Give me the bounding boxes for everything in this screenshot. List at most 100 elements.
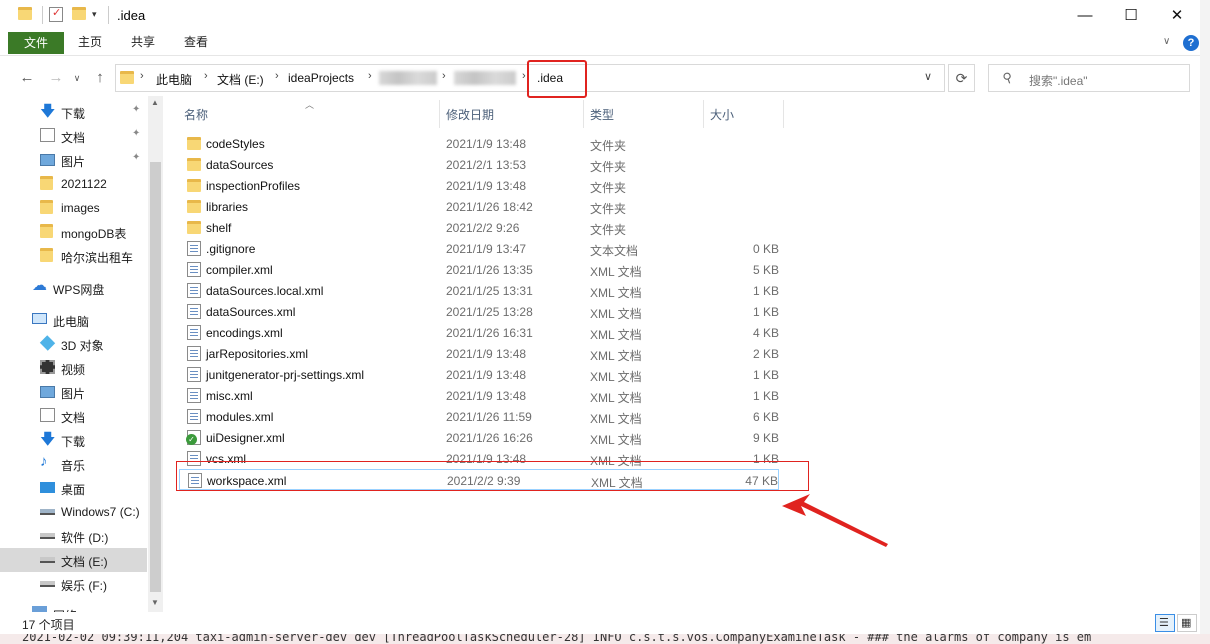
- file-name: codeStyles: [206, 137, 265, 151]
- nav-item-label: 图片: [61, 387, 86, 401]
- nav-item-documents[interactable]: 文档: [0, 404, 147, 428]
- column-divider[interactable]: [783, 100, 784, 128]
- breadcrumb-separator-icon[interactable]: ›: [368, 70, 372, 82]
- file-name: .gitignore: [206, 242, 256, 256]
- file-name: encodings.xml: [206, 326, 283, 340]
- column-header-size[interactable]: 大小: [710, 106, 734, 123]
- nav-item-pictures-quick[interactable]: 图片 ✦: [0, 148, 147, 172]
- breadcrumb-separator-icon[interactable]: ›: [140, 70, 144, 82]
- nav-item-downloads[interactable]: 🡇 下载: [0, 428, 147, 452]
- recent-chevron-icon[interactable]: ∨: [67, 68, 87, 88]
- file-lines-icon: [190, 371, 198, 372]
- nav-scrollbar[interactable]: ▲ ▼: [148, 96, 163, 612]
- nav-item-3d-objects[interactable]: 3D 对象: [0, 332, 147, 356]
- close-button[interactable]: ✕: [1154, 0, 1200, 30]
- nav-item-this-pc[interactable]: 此电脑: [0, 308, 147, 332]
- nav-item-taxi[interactable]: 哈尔滨出租车: [0, 244, 147, 268]
- background-console-log: 2021-02-02 09:39:11,204 taxi-admin-serve…: [0, 634, 1210, 644]
- file-row[interactable]: misc.xml 2021/1/9 13:48 XML 文档 1 KB: [179, 385, 779, 406]
- breadcrumb-drive-e[interactable]: 文档 (E:): [217, 71, 264, 88]
- nav-item-network[interactable]: 网络: [0, 602, 147, 612]
- file-row[interactable]: codeStyles 2021/1/9 13:48 文件夹: [179, 133, 779, 154]
- nav-item-drive-e[interactable]: 文档 (E:): [0, 548, 147, 572]
- xml-file-icon: [187, 283, 201, 298]
- navigation-pane: 🡇 下载 ✦ 文档 ✦ 图片 ✦ 2021122 images mongoDB表: [0, 96, 163, 612]
- nav-item-label: 图片: [61, 155, 86, 169]
- file-row[interactable]: .gitignore 2021/1/9 13:47 文本文档 0 KB: [179, 238, 779, 259]
- redacted-breadcrumb: [454, 71, 516, 85]
- tab-home[interactable]: 主页: [70, 30, 110, 54]
- column-divider[interactable]: [439, 100, 440, 128]
- file-name: junitgenerator-prj-settings.xml: [206, 368, 365, 382]
- nav-item-music[interactable]: ♪ 音乐: [0, 452, 147, 476]
- file-list: ︿ 名称 修改日期 类型 大小 codeStyles 2021/1/9 13:48…: [163, 96, 1200, 612]
- xml-file-icon: [187, 388, 201, 403]
- nav-item-images[interactable]: images: [0, 196, 147, 220]
- nav-item-videos[interactable]: 视频: [0, 356, 147, 380]
- column-header-date[interactable]: 修改日期: [446, 106, 494, 123]
- nav-item-pictures[interactable]: 图片: [0, 380, 147, 404]
- nav-scrollbar-thumb[interactable]: [150, 162, 161, 592]
- refresh-button[interactable]: ⟳: [948, 64, 975, 92]
- details-view-button[interactable]: ☰: [1155, 614, 1175, 632]
- file-row[interactable]: encodings.xml 2021/1/26 16:31 XML 文档 4 KB: [179, 322, 779, 343]
- large-icons-view-button[interactable]: ▦: [1177, 614, 1197, 632]
- column-divider[interactable]: [583, 100, 584, 128]
- nav-item-label: 2021122: [61, 177, 107, 191]
- nav-item-drive-d[interactable]: 软件 (D:): [0, 524, 147, 548]
- nav-item-downloads-quick[interactable]: 🡇 下载 ✦: [0, 100, 147, 124]
- folder-icon[interactable]: [18, 7, 32, 20]
- file-row[interactable]: dataSources.local.xml 2021/1/25 13:31 XML …: [179, 280, 779, 301]
- scroll-up-icon[interactable]: ▲: [151, 98, 159, 107]
- tab-share[interactable]: 共享: [123, 30, 163, 54]
- breadcrumb-separator-icon[interactable]: ›: [275, 70, 279, 82]
- file-type: 文件夹: [590, 160, 627, 174]
- back-arrow-icon[interactable]: ←: [17, 68, 37, 88]
- breadcrumb-ideaprojects[interactable]: ideaProjects: [288, 71, 354, 85]
- file-type: XML 文档: [590, 307, 642, 321]
- expand-ribbon-icon[interactable]: ∨: [1163, 36, 1170, 47]
- column-header-type[interactable]: 类型: [590, 106, 614, 123]
- file-row[interactable]: compiler.xml 2021/1/26 13:35 XML 文档 5 KB: [179, 259, 779, 280]
- file-date: 2021/1/9 13:48: [446, 179, 527, 193]
- maximize-button[interactable]: ☐: [1108, 0, 1154, 30]
- breadcrumb-separator-icon[interactable]: ›: [442, 70, 446, 82]
- file-row[interactable]: modules.xml 2021/1/26 11:59 XML 文档 6 KB: [179, 406, 779, 427]
- up-arrow-icon[interactable]: ↑: [90, 68, 110, 88]
- nav-item-drive-f[interactable]: 娱乐 (F:): [0, 572, 147, 596]
- scroll-down-icon[interactable]: ▼: [151, 598, 159, 607]
- file-date: 2021/1/9 13:47: [446, 242, 527, 256]
- nav-item-drive-c[interactable]: Windows7 (C:): [0, 500, 147, 524]
- document-icon: [40, 408, 55, 422]
- file-size: 2 KB: [752, 347, 779, 361]
- file-row[interactable]: junitgenerator-prj-settings.xml 2021/1/9 …: [179, 364, 779, 385]
- address-dropdown-chevron-icon[interactable]: ∨: [924, 70, 932, 83]
- help-icon[interactable]: ?: [1183, 35, 1199, 51]
- file-date: 2021/1/9 13:48: [446, 137, 527, 151]
- properties-icon[interactable]: ✓: [49, 7, 63, 22]
- chevron-down-icon[interactable]: ▾: [92, 9, 97, 25]
- file-row[interactable]: dataSources 2021/2/1 13:53 文件夹: [179, 154, 779, 175]
- column-divider[interactable]: [703, 100, 704, 128]
- file-row[interactable]: ✓ uiDesigner.xml 2021/1/26 16:26 XML 文档 9 KB: [179, 427, 779, 448]
- tab-view[interactable]: 查看: [176, 30, 216, 54]
- nav-item-mongodb[interactable]: mongoDB表: [0, 220, 147, 244]
- file-row[interactable]: shelf 2021/2/2 9:26 文件夹: [179, 217, 779, 238]
- nav-item-2021122[interactable]: 2021122: [0, 172, 147, 196]
- column-header-name[interactable]: 名称: [184, 106, 208, 123]
- breadcrumb-this-pc[interactable]: 此电脑: [156, 71, 192, 88]
- nav-item-documents-quick[interactable]: 文档 ✦: [0, 124, 147, 148]
- search-box[interactable]: ⚲ 搜索".idea": [988, 64, 1190, 92]
- new-folder-icon[interactable]: [72, 7, 86, 20]
- file-row[interactable]: libraries 2021/1/26 18:42 文件夹: [179, 196, 779, 217]
- file-row[interactable]: inspectionProfiles 2021/1/9 13:48 文件夹: [179, 175, 779, 196]
- breadcrumb-separator-icon[interactable]: ›: [204, 70, 208, 82]
- minimize-button[interactable]: —: [1062, 0, 1108, 30]
- forward-arrow-icon[interactable]: →: [46, 68, 66, 88]
- file-row[interactable]: dataSources.xml 2021/1/25 13:28 XML 文档 1 KB: [179, 301, 779, 322]
- tab-file[interactable]: 文件: [8, 32, 64, 54]
- nav-item-desktop[interactable]: 桌面: [0, 476, 147, 500]
- file-row[interactable]: jarRepositories.xml 2021/1/9 13:48 XML 文档 2…: [179, 343, 779, 364]
- breadcrumb-separator-icon[interactable]: ›: [522, 70, 526, 82]
- nav-item-wps-cloud[interactable]: ☁ WPS网盘: [0, 276, 147, 300]
